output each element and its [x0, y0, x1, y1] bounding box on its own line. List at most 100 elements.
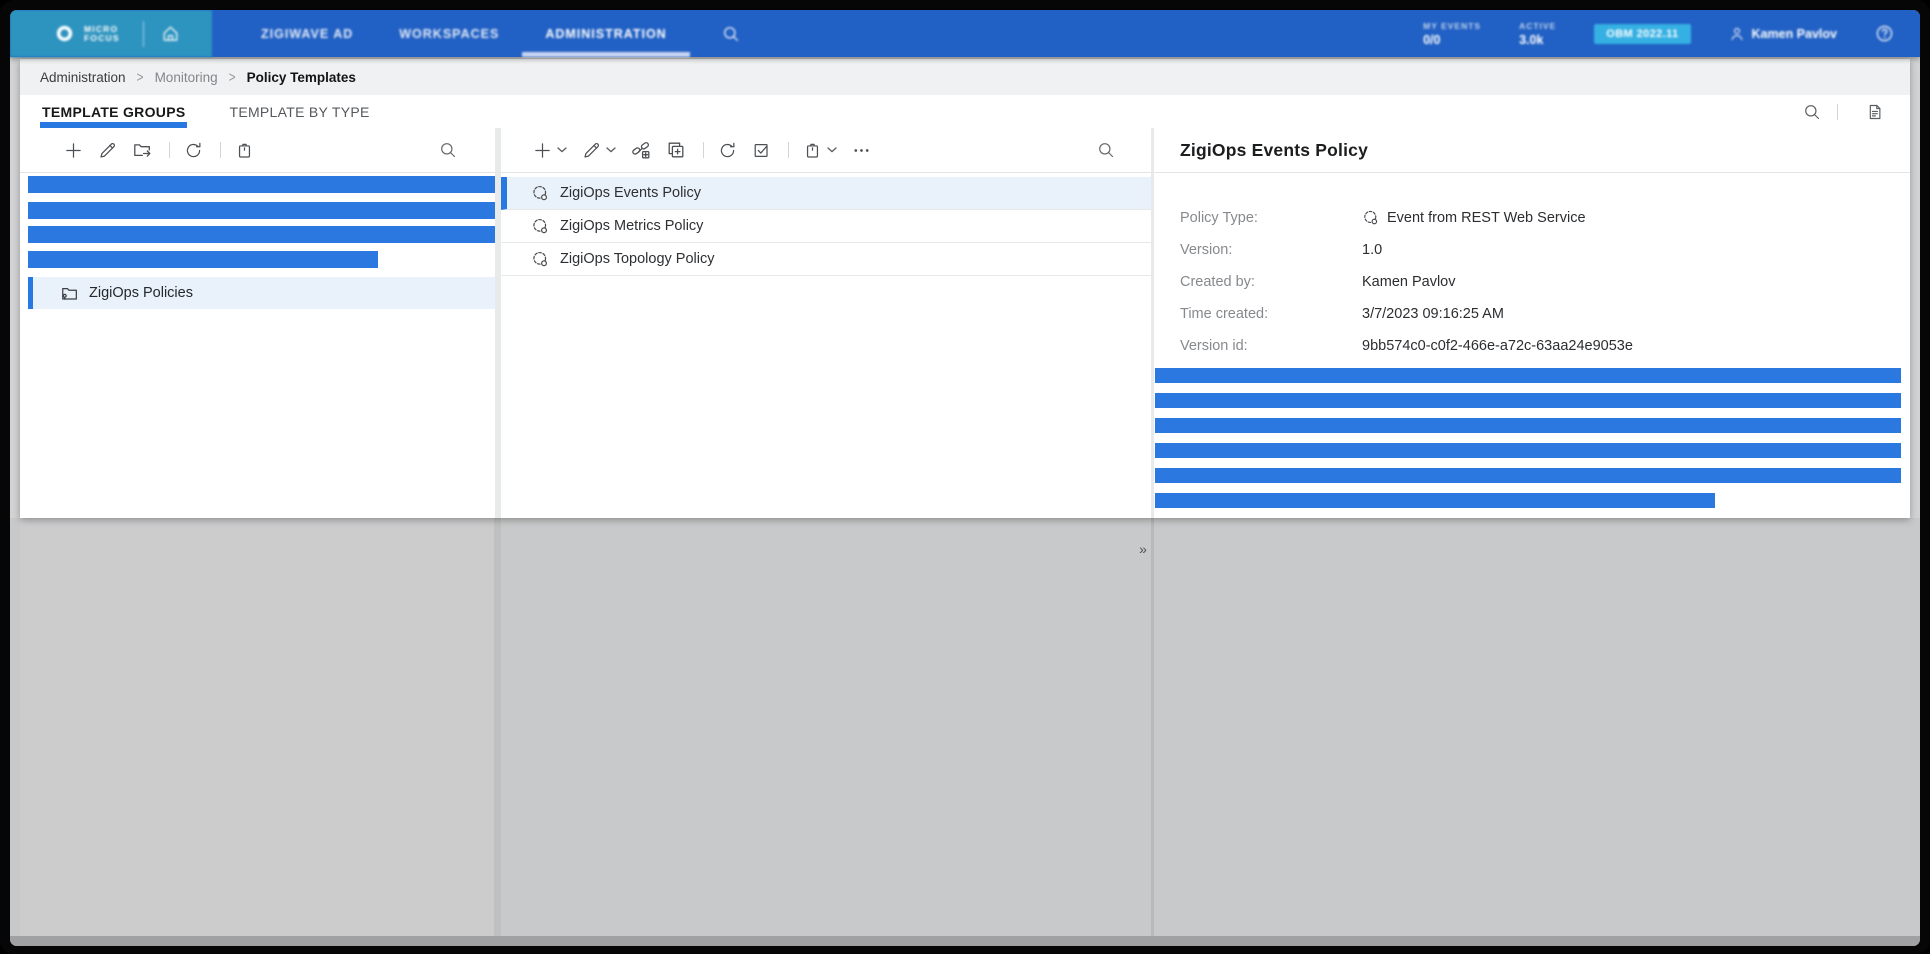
- move-group-button[interactable]: [132, 140, 152, 160]
- field-created-by: Created by: Kamen Pavlov: [1180, 266, 1910, 298]
- field-value: Event from REST Web Service: [1387, 210, 1586, 226]
- template-groups-panel: ZigiOps Policies: [20, 128, 495, 518]
- grayed-panel-divider: [1151, 518, 1154, 936]
- refresh-groups-button[interactable]: [184, 141, 203, 160]
- ellipsis-icon: [852, 141, 871, 160]
- tabs-row-actions: [1803, 103, 1910, 121]
- toolbar-separator: [788, 142, 789, 158]
- nav-item-administration[interactable]: ADMINISTRATION: [522, 10, 689, 57]
- micro-focus-logo-icon: [54, 23, 75, 44]
- my-events-stat[interactable]: MY EVENTS 0/0: [1423, 21, 1481, 47]
- more-actions-button[interactable]: [852, 141, 871, 160]
- field-time-created: Time created: 3/7/2023 09:16:25 AM: [1180, 298, 1910, 330]
- folder-move-icon: [132, 140, 152, 160]
- groups-tree: ZigiOps Policies: [20, 176, 495, 309]
- tab-template-by-type[interactable]: TEMPLATE BY TYPE: [227, 95, 371, 128]
- edit-group-button[interactable]: [98, 141, 117, 160]
- search-icon: [1097, 141, 1115, 159]
- refresh-icon: [718, 141, 737, 160]
- breadcrumb-administration[interactable]: Administration: [40, 70, 126, 85]
- details-header: ZigiOps Events Policy: [1154, 128, 1910, 173]
- breadcrumb-policy-templates: Policy Templates: [247, 70, 356, 85]
- group-label: ZigiOps Policies: [89, 285, 193, 301]
- brand-separator: [143, 21, 144, 47]
- global-search-button[interactable]: [722, 10, 740, 57]
- breadcrumb-separator: >: [137, 68, 144, 86]
- home-icon[interactable]: [161, 24, 180, 43]
- collapse-panel-handle[interactable]: »: [1134, 540, 1152, 558]
- chevron-down-icon: [606, 147, 616, 153]
- tabs-row: TEMPLATE GROUPS TEMPLATE BY TYPE: [20, 95, 1910, 128]
- redacted-group-row[interactable]: [28, 251, 378, 268]
- field-label: Version id:: [1180, 338, 1362, 354]
- active-events-value: 3.0k: [1519, 33, 1543, 47]
- document-report-icon[interactable]: [1866, 103, 1884, 121]
- obm-version-badge[interactable]: OBM 2022.11: [1594, 24, 1690, 44]
- primary-nav: ZIGIWAVE AD WORKSPACES ADMINISTRATION: [238, 10, 690, 57]
- redacted-text-line: [1155, 493, 1715, 508]
- breadcrumb-monitoring[interactable]: Monitoring: [155, 70, 218, 85]
- nav-item-workspaces[interactable]: WORKSPACES: [376, 10, 522, 57]
- redacted-group-row[interactable]: [28, 226, 495, 243]
- template-row-topology-policy[interactable]: ZigiOps Topology Policy: [501, 243, 1151, 276]
- refresh-icon: [184, 141, 203, 160]
- template-row-events-policy[interactable]: ZigiOps Events Policy: [501, 177, 1151, 210]
- help-button[interactable]: [1875, 24, 1894, 43]
- field-value: 1.0: [1362, 242, 1382, 258]
- field-value: 9bb574c0-c0f2-466e-a72c-63aa24e9053e: [1362, 338, 1633, 354]
- top-navigation-bar: MICRO FOCUS ZIGIWAVE AD WORKSPACES ADMIN…: [10, 10, 1920, 57]
- rest-policy-icon: [531, 217, 550, 236]
- person-icon: [1729, 26, 1745, 42]
- assign-template-button[interactable]: [631, 140, 651, 160]
- brand-name: MICRO FOCUS: [84, 25, 120, 43]
- duplicate-template-button[interactable]: [666, 140, 686, 160]
- toolbar-separator: [220, 142, 221, 158]
- active-events-stat[interactable]: ACTIVE 3.0k: [1519, 21, 1556, 47]
- refresh-templates-button[interactable]: [718, 141, 737, 160]
- brand-block: MICRO FOCUS: [10, 10, 212, 57]
- redacted-group-row[interactable]: [28, 202, 495, 219]
- field-label: Policy Type:: [1180, 210, 1362, 226]
- topbar-right-cluster: MY EVENTS 0/0 ACTIVE 3.0k OBM 2022.11 Ka…: [1423, 10, 1920, 57]
- redacted-text-line: [1155, 443, 1901, 458]
- rest-policy-icon: [1362, 209, 1380, 227]
- tab-template-groups[interactable]: TEMPLATE GROUPS: [40, 95, 187, 128]
- delete-template-button[interactable]: [803, 141, 837, 160]
- redacted-group-row[interactable]: [28, 176, 495, 193]
- groups-search-button[interactable]: [439, 141, 495, 159]
- field-version-id: Version id: 9bb574c0-c0f2-466e-a72c-63aa…: [1180, 330, 1910, 362]
- redacted-text-line: [1155, 418, 1901, 433]
- templates-list: ZigiOps Events Policy ZigiOps Metrics Po…: [501, 177, 1151, 276]
- templates-list-panel: ZigiOps Events Policy ZigiOps Metrics Po…: [501, 128, 1151, 518]
- add-template-button[interactable]: [533, 141, 567, 160]
- redacted-text-line: [1155, 368, 1901, 383]
- plus-icon: [64, 141, 83, 160]
- my-events-label: MY EVENTS: [1423, 21, 1481, 31]
- details-fields: Policy Type: Event from REST Web Service…: [1154, 202, 1910, 362]
- chevron-down-icon: [827, 147, 837, 153]
- field-value: 3/7/2023 09:16:25 AM: [1362, 306, 1504, 322]
- template-label: ZigiOps Events Policy: [560, 185, 701, 201]
- add-group-button[interactable]: [64, 141, 83, 160]
- field-label: Time created:: [1180, 306, 1362, 322]
- field-label: Created by:: [1180, 274, 1362, 290]
- redacted-details-block: [1155, 368, 1901, 518]
- grayed-left-column: [20, 518, 494, 936]
- three-pane-layout: ZigiOps Policies: [20, 128, 1910, 518]
- field-version: Version: 1.0: [1180, 234, 1910, 266]
- group-row-zigiops-policies[interactable]: ZigiOps Policies: [28, 277, 495, 309]
- search-icon[interactable]: [1803, 103, 1821, 121]
- toolbar-separator: [1837, 104, 1838, 120]
- rest-policy-icon: [531, 184, 550, 203]
- edit-template-button[interactable]: [582, 141, 616, 160]
- templates-search-button[interactable]: [1097, 141, 1151, 159]
- template-label: ZigiOps Topology Policy: [560, 251, 714, 267]
- copy-plus-icon: [666, 140, 686, 160]
- template-row-metrics-policy[interactable]: ZigiOps Metrics Policy: [501, 210, 1151, 243]
- delete-group-button[interactable]: [235, 141, 254, 160]
- activate-template-button[interactable]: [752, 141, 771, 160]
- grayed-panel-divider: [494, 518, 501, 936]
- search-icon: [439, 141, 457, 159]
- user-menu[interactable]: Kamen Pavlov: [1729, 26, 1837, 42]
- nav-item-zigiwave-ad[interactable]: ZIGIWAVE AD: [238, 10, 376, 57]
